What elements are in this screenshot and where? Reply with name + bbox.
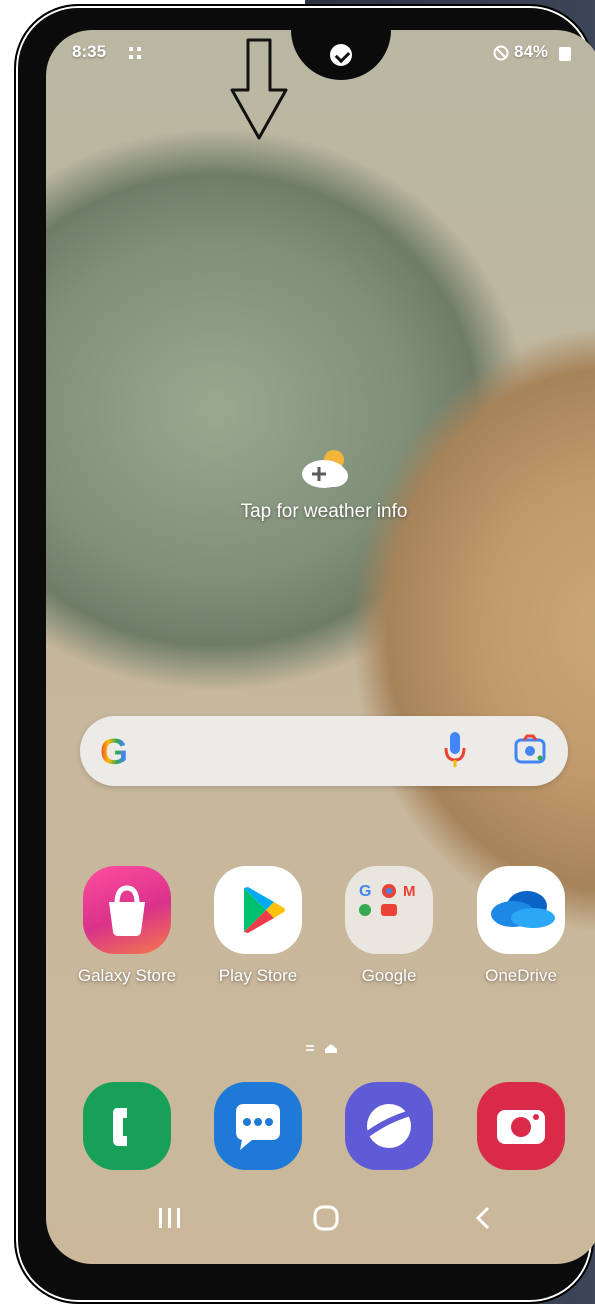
- microphone-icon[interactable]: [442, 730, 468, 770]
- home-icon[interactable]: [312, 1204, 340, 1232]
- phone-icon: [83, 1082, 171, 1170]
- app-onedrive[interactable]: OneDrive: [461, 866, 581, 986]
- app-label: Play Store: [218, 966, 298, 985]
- cloud-icon: [477, 866, 565, 954]
- messages-icon: [214, 1082, 302, 1170]
- battery-percent: 84%: [514, 42, 549, 61]
- svg-text:M: M: [403, 883, 416, 900]
- battery-icon: [559, 47, 571, 61]
- back-icon[interactable]: [470, 1204, 498, 1232]
- do-not-disturb-icon: [493, 45, 509, 61]
- google-search-bar[interactable]: G: [80, 716, 568, 786]
- home-screen: 8:35 84% Tap for weather info G Galaxy S…: [46, 30, 595, 1264]
- dock-messages[interactable]: [198, 1082, 318, 1170]
- google-logo: G: [100, 731, 129, 772]
- app-label: Galaxy Store: [77, 966, 177, 985]
- app-label: Google: [361, 966, 417, 985]
- play-store-icon: [214, 866, 302, 954]
- page-indicator[interactable]: [304, 1040, 344, 1056]
- shopping-bag-icon: [83, 866, 171, 954]
- lens-icon[interactable]: [512, 732, 548, 768]
- dock-phone[interactable]: [67, 1082, 187, 1170]
- recent-apps-icon[interactable]: [156, 1204, 184, 1232]
- app-galaxy-store[interactable]: Galaxy Store: [67, 866, 187, 986]
- svg-text:G: G: [359, 883, 371, 900]
- front-camera: [330, 44, 352, 66]
- app-google-folder[interactable]: G M Google: [329, 866, 449, 986]
- grid-icon: [129, 47, 141, 59]
- dock-internet[interactable]: [329, 1082, 449, 1170]
- camera-icon: [477, 1082, 565, 1170]
- weather-label: Tap for weather info: [240, 501, 408, 522]
- app-play-store[interactable]: Play Store: [198, 866, 318, 986]
- phone-frame: 8:35 84% Tap for weather info G Galaxy S…: [14, 4, 595, 1304]
- weather-add-icon: [302, 450, 348, 488]
- app-label: OneDrive: [485, 966, 557, 985]
- folder-icon: G M: [345, 866, 433, 954]
- weather-widget[interactable]: Tap for weather info: [46, 446, 595, 523]
- dock-camera[interactable]: [461, 1082, 581, 1170]
- down-arrow-icon: [230, 38, 288, 140]
- internet-icon: [345, 1082, 433, 1170]
- status-time: 8:35: [72, 42, 107, 61]
- camera-notch: [291, 30, 391, 80]
